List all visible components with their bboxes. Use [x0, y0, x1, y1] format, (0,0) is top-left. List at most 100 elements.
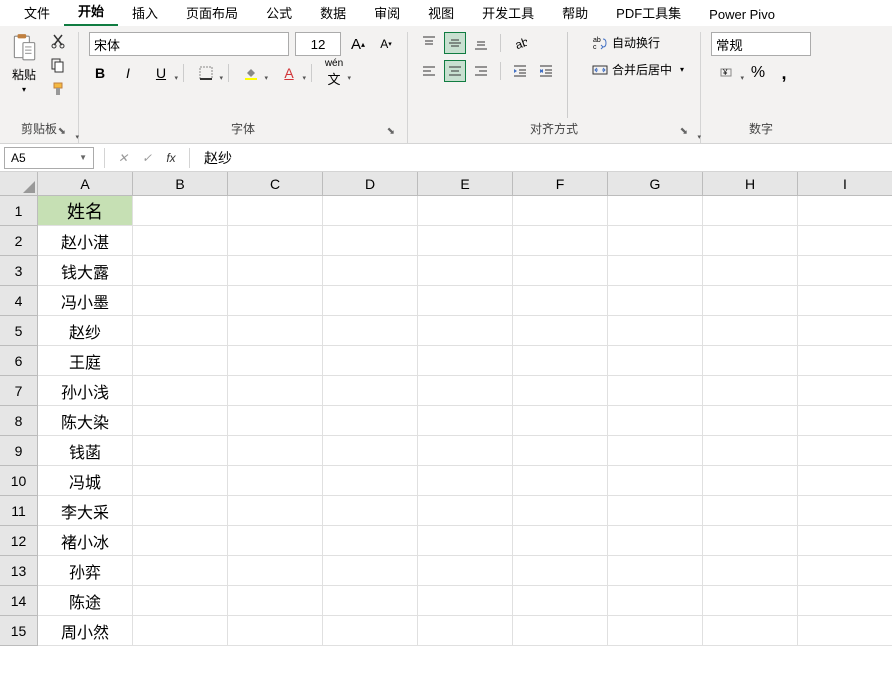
align-top-icon[interactable] — [418, 32, 440, 54]
menu-item[interactable]: PDF工具集 — [602, 0, 695, 26]
column-header[interactable]: D — [323, 172, 418, 196]
cell[interactable]: 赵小湛 — [38, 226, 133, 256]
cell[interactable]: 周小然 — [38, 616, 133, 646]
cell[interactable] — [228, 196, 323, 226]
wrap-text-button[interactable]: abc 自动换行 — [586, 32, 690, 53]
cell[interactable] — [228, 316, 323, 346]
cell[interactable] — [323, 256, 418, 286]
cell[interactable] — [418, 226, 513, 256]
cell[interactable] — [608, 556, 703, 586]
cell[interactable] — [798, 616, 892, 646]
cell[interactable] — [323, 346, 418, 376]
menu-item[interactable]: Power Pivo — [695, 3, 789, 26]
cell[interactable] — [418, 196, 513, 226]
cancel-formula-icon[interactable]: ✕ — [111, 151, 135, 165]
row-header[interactable]: 2 — [0, 226, 38, 256]
cell[interactable] — [513, 346, 608, 376]
cell[interactable]: 孙弈 — [38, 556, 133, 586]
cell[interactable] — [608, 586, 703, 616]
cell[interactable] — [228, 586, 323, 616]
copy-icon[interactable]: ▾ — [48, 56, 68, 74]
cell[interactable] — [418, 586, 513, 616]
cell[interactable] — [703, 286, 798, 316]
cell[interactable]: 冯小墨 — [38, 286, 133, 316]
cell[interactable] — [323, 466, 418, 496]
cell[interactable] — [323, 436, 418, 466]
cell[interactable] — [418, 496, 513, 526]
percent-button[interactable]: % — [747, 62, 769, 84]
select-all-corner[interactable] — [0, 172, 38, 196]
cell[interactable] — [418, 616, 513, 646]
namebox-dropdown-icon[interactable]: ▼ — [79, 153, 87, 162]
cell[interactable] — [418, 526, 513, 556]
cell[interactable] — [513, 496, 608, 526]
menu-item[interactable]: 插入 — [118, 0, 172, 26]
cell[interactable] — [608, 526, 703, 556]
cell[interactable] — [798, 406, 892, 436]
formula-input[interactable] — [196, 150, 892, 166]
cell[interactable] — [608, 466, 703, 496]
cell[interactable] — [608, 256, 703, 286]
decrease-indent-icon[interactable] — [509, 60, 531, 82]
cell[interactable] — [228, 286, 323, 316]
confirm-formula-icon[interactable]: ✓ — [135, 151, 159, 165]
cell[interactable] — [228, 346, 323, 376]
cell[interactable] — [133, 466, 228, 496]
cell[interactable] — [798, 586, 892, 616]
cell[interactable] — [703, 376, 798, 406]
row-header[interactable]: 5 — [0, 316, 38, 346]
cell[interactable] — [608, 226, 703, 256]
cell[interactable] — [133, 196, 228, 226]
align-center-icon[interactable] — [444, 60, 466, 82]
cell[interactable] — [703, 616, 798, 646]
cell[interactable] — [513, 556, 608, 586]
cell[interactable] — [513, 316, 608, 346]
cell[interactable] — [798, 346, 892, 376]
cell[interactable] — [513, 466, 608, 496]
column-header[interactable]: C — [228, 172, 323, 196]
cell[interactable] — [323, 226, 418, 256]
cell[interactable]: 姓名 — [38, 196, 133, 226]
cell[interactable] — [798, 556, 892, 586]
border-button[interactable]: ▾ — [190, 62, 222, 84]
cell[interactable] — [798, 256, 892, 286]
cell[interactable] — [323, 556, 418, 586]
row-header[interactable]: 15 — [0, 616, 38, 646]
cell[interactable] — [418, 466, 513, 496]
alignment-dialog-icon[interactable]: ⬊ — [680, 126, 688, 137]
menu-item[interactable]: 审阅 — [360, 0, 414, 26]
cell[interactable] — [323, 286, 418, 316]
increase-indent-icon[interactable] — [535, 60, 557, 82]
increase-font-icon[interactable]: A▴ — [347, 33, 369, 55]
menu-item[interactable]: 开始 — [64, 0, 118, 26]
cell[interactable] — [513, 586, 608, 616]
cell[interactable] — [133, 376, 228, 406]
orientation-button[interactable]: ab▾ — [509, 32, 531, 54]
align-bottom-icon[interactable] — [470, 32, 492, 54]
cell[interactable] — [608, 496, 703, 526]
menu-item[interactable]: 视图 — [414, 0, 468, 26]
cell[interactable] — [133, 286, 228, 316]
cell[interactable] — [703, 436, 798, 466]
merge-center-button[interactable]: 合并后居中 ▾ — [586, 59, 690, 80]
row-header[interactable]: 10 — [0, 466, 38, 496]
row-header[interactable]: 14 — [0, 586, 38, 616]
clipboard-dialog-icon[interactable]: ⬊ — [58, 126, 66, 137]
paste-dropdown[interactable]: ▾ — [22, 85, 26, 94]
cell[interactable] — [798, 286, 892, 316]
cell[interactable] — [608, 316, 703, 346]
cell[interactable] — [703, 556, 798, 586]
cell[interactable] — [798, 226, 892, 256]
cell[interactable] — [703, 226, 798, 256]
cell[interactable] — [133, 436, 228, 466]
cell[interactable] — [798, 316, 892, 346]
row-header[interactable]: 8 — [0, 406, 38, 436]
cell[interactable]: 冯城 — [38, 466, 133, 496]
cell[interactable] — [513, 616, 608, 646]
cell[interactable] — [703, 316, 798, 346]
row-header[interactable]: 6 — [0, 346, 38, 376]
cell[interactable] — [228, 406, 323, 436]
cell[interactable] — [323, 376, 418, 406]
bold-button[interactable]: B — [89, 62, 111, 84]
cell[interactable]: 陈大染 — [38, 406, 133, 436]
